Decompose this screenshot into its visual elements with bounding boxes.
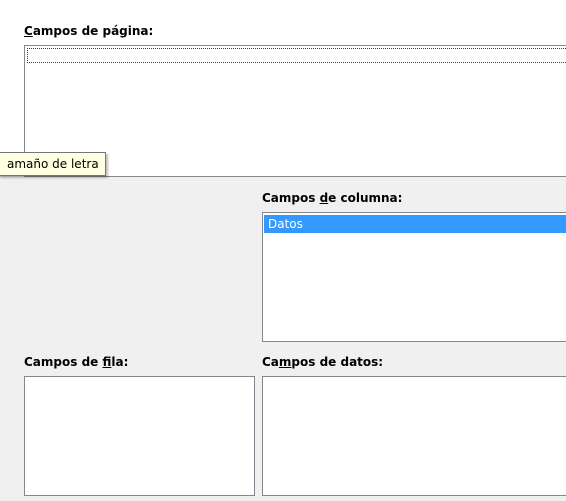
focus-indicator: [27, 48, 566, 63]
data-fields-label: Campos de datos:: [262, 355, 384, 369]
column-fields-list[interactable]: Datos: [262, 212, 566, 342]
font-size-tooltip: amaño de letra: [0, 152, 106, 176]
list-item-datos[interactable]: Datos: [264, 215, 566, 233]
column-fields-label: Campos de columna:: [262, 191, 403, 205]
data-fields-list[interactable]: [262, 376, 566, 496]
page-fields-label: Campos de página:: [24, 24, 154, 38]
row-fields-list[interactable]: [24, 376, 255, 496]
row-fields-label: Campos de fila:: [24, 355, 129, 369]
